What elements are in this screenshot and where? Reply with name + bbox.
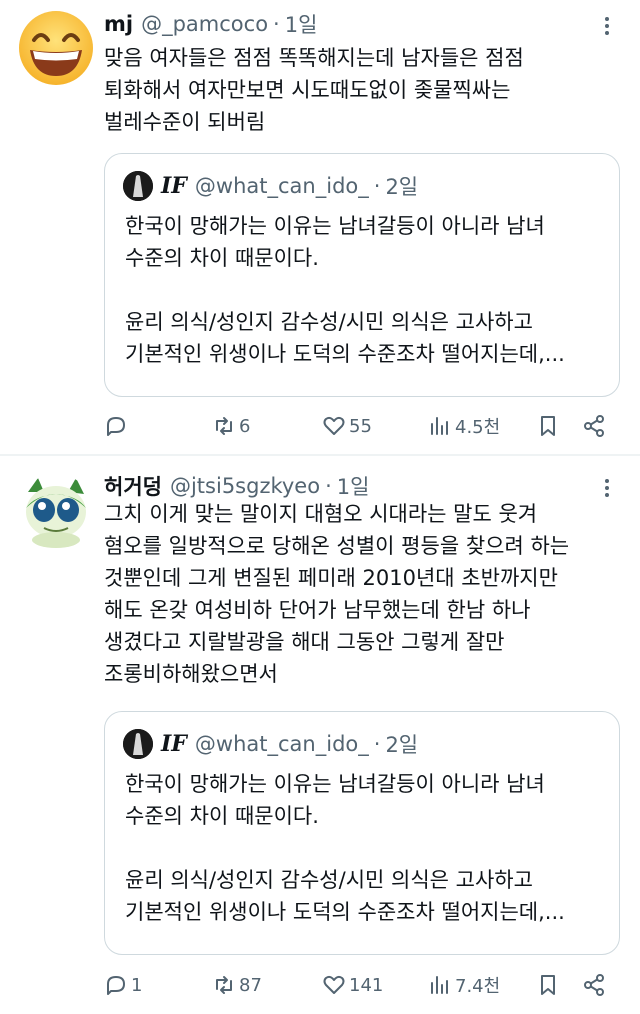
quoted-text-line: 수준의 차이 때문이다. [125, 804, 319, 828]
retweet-arrows-icon [216, 976, 232, 994]
tweet-header: mj @_pamcoco · 1일 [104, 8, 317, 40]
share-icon [584, 415, 604, 437]
quoted-text-line: 한국이 망해가는 이유는 남녀갈등이 아니라 남녀 [125, 214, 545, 238]
retweet-arrows-icon [216, 417, 232, 435]
statue-silhouette-icon [123, 729, 153, 759]
separator-dot: · [273, 12, 280, 36]
views-button[interactable]: 7.4천 [428, 969, 500, 1001]
quoted-user-handle: @what_can_ido_ [194, 174, 369, 198]
reply-button[interactable]: 1 [104, 969, 142, 1001]
timestamp[interactable]: 1일 [285, 9, 318, 39]
tweet-text: 맞음 여자들은 점점 똑똑해지는데 남자들은 점점 퇴화해서 여자만보면 시도때… [104, 42, 624, 138]
tweet-text-line: 혐오를 일방적으로 당해온 성별이 평등을 찾으려 하는 [104, 534, 570, 558]
like-button[interactable]: 141 [322, 969, 383, 1001]
quoted-text-line: 수준의 차이 때문이다. [125, 246, 319, 270]
bookmark-button[interactable] [536, 969, 560, 1001]
tweet[interactable]: 허거덩 @jtsi5sgzkyeo · 1일 그치 이게 맞는 말이지 대혐오 … [0, 456, 640, 1014]
quoted-tweet[interactable]: IF @what_can_ido_ · 2일 한국이 망해가는 이유는 남녀갈등… [104, 153, 620, 397]
views-bar-chart-icon [431, 417, 448, 435]
view-count: 7.4천 [455, 976, 501, 997]
share-button[interactable] [582, 969, 606, 1001]
more-dots-icon[interactable] [596, 477, 618, 499]
share-button[interactable] [582, 410, 606, 442]
action-bar: 1 87 141 7.4천 [104, 969, 624, 1001]
timestamp[interactable]: 1일 [337, 471, 370, 501]
avatar [123, 729, 153, 759]
quoted-tweet-header: IF @what_can_ido_ · 2일 [123, 728, 418, 760]
view-count: 4.5천 [455, 417, 501, 438]
heart-icon [323, 975, 345, 994]
user-handle[interactable]: @jtsi5sgzkyeo [170, 474, 320, 498]
quoted-display-name: IF [161, 731, 187, 757]
quoted-text-line [125, 274, 565, 306]
like-count: 141 [349, 974, 384, 996]
quoted-text-line: 기본적인 위생이나 도덕의 수준조차 떨어지는데,... [125, 900, 565, 924]
quoted-timestamp: 2일 [385, 733, 419, 757]
retweet-button[interactable]: 87 [212, 969, 262, 1001]
like-count: 55 [349, 415, 372, 437]
separator-dot: · [373, 174, 381, 198]
tweet-text-line: 맞음 여자들은 점점 똑똑해지는데 남자들은 점점 [104, 46, 524, 70]
retweet-count: 87 [239, 974, 262, 996]
like-button[interactable]: 55 [322, 410, 372, 442]
avatar[interactable] [18, 474, 94, 550]
retweet-count: 6 [239, 415, 251, 437]
tweet-text-line: 해도 온갖 여성비하 단어가 남무했는데 한남 하나 [104, 598, 531, 622]
quoted-text-line: 윤리 의식/성인지 감수성/시민 의식은 고사하고 [125, 868, 533, 892]
tweet-text-line: 조롱비하해왔으면서 [104, 662, 278, 686]
quoted-text-line: 기본적인 위생이나 도덕의 수준조차 떨어지는데,... [125, 342, 565, 366]
views-bar-chart-icon [431, 976, 448, 994]
quoted-text-line: 한국이 망해가는 이유는 남녀갈등이 아니라 남녀 [125, 772, 545, 796]
reply-bubble-icon [107, 417, 125, 436]
tweet-text: 그치 이게 맞는 말이지 대혐오 시대라는 말도 웃겨 혐오를 일방적으로 당해… [104, 498, 624, 690]
quoted-tweet-text: 한국이 망해가는 이유는 남녀갈등이 아니라 남녀 수준의 차이 때문이다. 윤… [125, 768, 565, 928]
avatar [123, 171, 153, 201]
bookmark-icon [541, 416, 555, 436]
statue-silhouette-icon [123, 171, 153, 201]
more-dots-icon[interactable] [596, 15, 618, 37]
quoted-timestamp: 2일 [385, 175, 419, 199]
reply-bubble-icon [107, 976, 125, 995]
avatar[interactable] [18, 10, 94, 86]
tweet-text-line: 퇴화해서 여자만보면 시도때도없이 좆물찍싸는 [104, 78, 511, 102]
bookmark-button[interactable] [536, 410, 560, 442]
tweet[interactable]: mj @_pamcoco · 1일 맞음 여자들은 점점 똑똑해지는데 남자들은… [0, 0, 640, 454]
share-icon [584, 974, 604, 996]
quoted-text-line [125, 832, 565, 864]
quoted-display-name: IF [161, 173, 187, 199]
separator-dot: · [373, 732, 381, 756]
separator-dot: · [325, 474, 332, 498]
quoted-text-line: 윤리 의식/성인지 감수성/시민 의식은 고사하고 [125, 310, 533, 334]
quoted-tweet-header: IF @what_can_ido_ · 2일 [123, 170, 418, 202]
bookmark-icon [541, 975, 555, 995]
quoted-tweet-text: 한국이 망해가는 이유는 남녀갈등이 아니라 남녀 수준의 차이 때문이다. 윤… [125, 210, 565, 370]
tweet-text-line: 벌레수준이 되버림 [104, 110, 266, 134]
display-name[interactable]: mj [104, 12, 133, 36]
reply-button[interactable] [104, 410, 131, 442]
tweet-text-line: 그치 이게 맞는 말이지 대혐오 시대라는 말도 웃겨 [104, 502, 538, 526]
quoted-user-handle: @what_can_ido_ [194, 732, 369, 756]
quoted-tweet[interactable]: IF @what_can_ido_ · 2일 한국이 망해가는 이유는 남녀갈등… [104, 711, 620, 955]
reply-count: 1 [131, 974, 143, 996]
action-bar: 6 55 4.5천 [104, 410, 624, 442]
green-cartoon-creature-icon [18, 474, 94, 550]
grinning-smile-emoji-icon [19, 11, 93, 85]
heart-icon [323, 416, 345, 435]
views-button[interactable]: 4.5천 [428, 410, 500, 442]
display-name[interactable]: 허거덩 [104, 471, 162, 501]
tweet-text-line: 것뿐인데 그게 변질된 페미래 2010년대 초반까지만 [104, 566, 558, 590]
retweet-button[interactable]: 6 [212, 410, 250, 442]
tweet-text-line: 생겼다고 지랄발광을 해대 그동안 그렇게 잘만 [104, 630, 505, 654]
user-handle[interactable]: @_pamcoco [141, 12, 268, 36]
